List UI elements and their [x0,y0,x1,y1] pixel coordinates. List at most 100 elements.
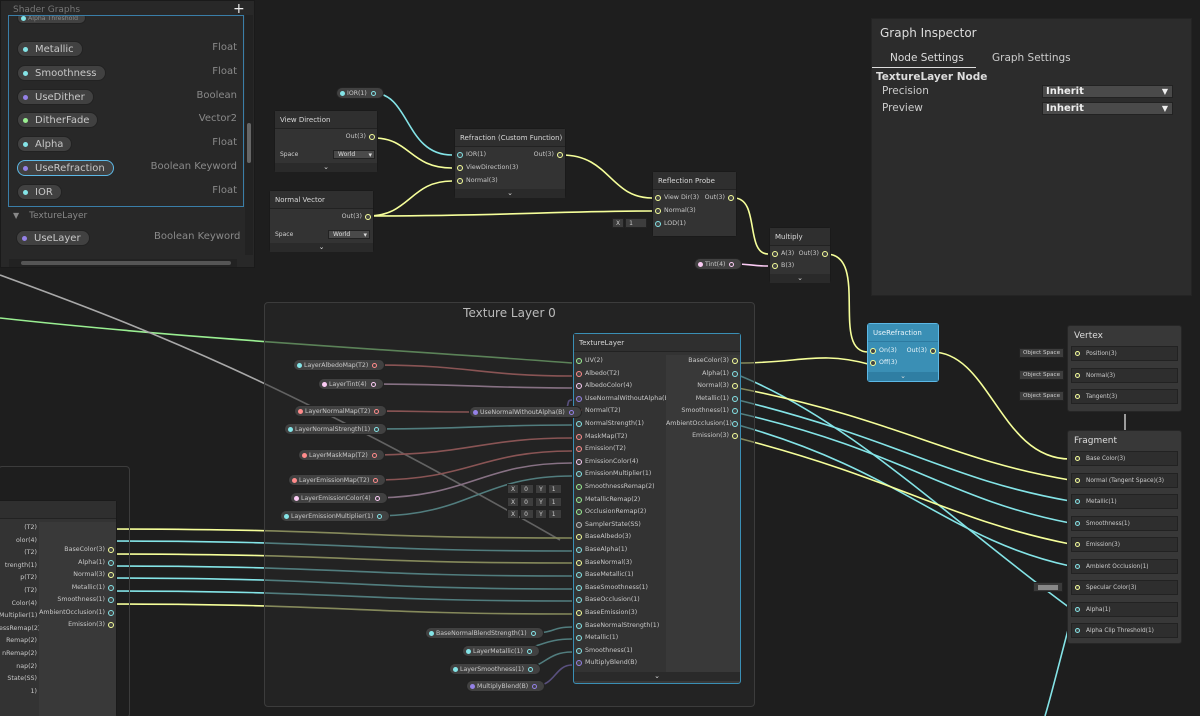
layer-property-node[interactable]: LayerEmissionMultiplier(1) [280,510,391,522]
texture-layer-subgraph-node[interactable]: TextureLayer UV(2) Albedo(T2) AlbedoColor(… [573,333,741,684]
precision-dropdown[interactable]: Inherit ▼ [1042,85,1173,98]
out-port[interactable]: Out(3) [270,211,373,223]
input-port[interactable]: BaseMetallic(1) [574,569,666,581]
output-port[interactable]: BaseColor(3) [666,355,740,367]
specular-color-swatch[interactable] [1033,582,1063,592]
input-port[interactable]: BaseNormalStrength(1) [574,620,666,632]
reflection-probe-node[interactable]: Reflection Probe View Dir(3) Normal(3) L… [652,171,737,237]
input-port-normal[interactable]: Normal(3) [653,205,736,217]
input-port-b[interactable]: B(3) [770,260,830,272]
layer-property-node[interactable]: LayerMetallic(1) [462,645,540,657]
remap-vector-field[interactable]: X0Y1 [507,496,563,507]
input-port[interactable]: BaseAlbedo(3) [574,531,666,543]
input-port[interactable]: SmoothnessRemap(2) [574,481,666,493]
object-space-field[interactable]: Object Space [1019,348,1065,358]
remap-vector-field[interactable]: X0Y1 [507,484,563,494]
output-port[interactable]: Metallic(1) [39,582,116,594]
input-port[interactable]: UV(2) [574,355,666,367]
output-port[interactable]: Emission(3) [666,430,740,442]
input-port[interactable]: BaseAlpha(1) [574,544,666,556]
input-port[interactable]: UseNormalWithoutAlpha(B) [574,393,671,405]
input-port[interactable]: Remap(2) [0,635,39,647]
input-port[interactable]: OcclusionRemap(2) [574,506,666,518]
input-port[interactable]: Emission(T2) [574,443,666,455]
input-port[interactable]: olor(4) [0,535,39,547]
tint-property-node[interactable]: Tint(4) [694,258,743,270]
property-pill[interactable]: Smoothness [17,64,106,81]
input-port[interactable]: (T2) [0,585,39,597]
fragment-port-row[interactable]: Base Color(3) [1071,451,1178,466]
input-port[interactable]: Metallic(1) [574,632,666,644]
property-pill[interactable]: Metallic [17,41,83,57]
out-port[interactable]: Out(3) [795,248,830,260]
layer-property-node[interactable]: LayerNormalStrength(1) [284,423,388,435]
input-port[interactable]: Color(4) [0,598,39,610]
output-port[interactable]: Normal(3) [666,380,740,392]
input-port[interactable]: BaseOcclusion(1) [574,594,666,606]
multiply-node[interactable]: Multiply A(3) B(3) Out(3) ⌄ [769,227,831,283]
input-port[interactable]: Multiplier(1) [0,610,39,622]
property-pill[interactable]: UseRefraction [17,160,114,176]
preview-dropdown[interactable]: Inherit ▼ [1042,102,1173,115]
layer-property-node[interactable]: LayerMaskMap(T2) [298,449,385,461]
fragment-port-row[interactable]: Normal (Tangent Space)(3) [1071,472,1178,488]
input-port[interactable]: Smoothness(1) [574,645,666,657]
property-pill[interactable]: IOR [17,183,62,200]
input-port[interactable]: State(SS) [0,673,39,685]
input-port[interactable]: nap(2) [0,661,39,673]
layer-property-node[interactable]: UseNormalWithoutAlpha(B) [469,406,582,418]
input-port-lod[interactable]: LOD(1) [653,218,736,230]
output-port[interactable]: Metallic(1) [666,393,740,405]
layer-property-node[interactable]: LayerEmissionMap(T2) [288,474,387,486]
space-dropdown[interactable]: World [328,230,370,239]
normal-vector-node[interactable]: Normal Vector Out(3) Space World ⌄ [269,190,374,252]
fragment-port-row[interactable]: Smoothness(1) [1071,515,1178,531]
input-port[interactable]: SamplerState(SS) [574,519,666,531]
input-port[interactable]: essRemap(2) [0,623,39,635]
layer-property-node[interactable]: LayerSmoothness(1) [449,663,542,675]
collapse-chevron[interactable]: ⌄ [455,189,565,198]
input-port[interactable]: MaskMap(T2) [574,431,666,443]
output-port[interactable]: BaseColor(3) [39,544,116,556]
layer-property-node[interactable]: LayerAlbedoMap(T2) [293,359,386,371]
vertex-port-row[interactable]: Normal(3) [1071,367,1178,383]
input-port[interactable]: Albedo(T2) [574,368,666,380]
fragment-port-row[interactable]: Alpha(1) [1071,601,1178,617]
tab-node-settings[interactable]: Node Settings [890,52,964,64]
vertical-scrollbar[interactable] [245,15,253,255]
object-space-field[interactable]: Object Space [1019,391,1065,401]
ior-property-node[interactable]: IOR(1) [336,87,384,99]
layer-property-node[interactable]: LayerEmissionColor(4) [290,492,388,504]
input-port-normal[interactable]: Normal(3) [455,175,565,187]
layer-property-node[interactable]: MultiplyBlend(B) [466,680,546,692]
fragment-master-block[interactable]: Fragment Base Color(3) Normal (Tangent Sp… [1067,430,1182,644]
output-port[interactable]: Normal(3) [39,569,116,581]
property-pill[interactable]: DitherFade [17,112,99,129]
input-port-view-direction[interactable]: ViewDirection(3) [455,162,565,174]
remap-vector-field[interactable]: X0Y1 [507,509,563,519]
output-port[interactable]: AmbientOcclusion(1) [666,418,740,430]
vertex-port-row[interactable]: Position(3) [1071,346,1178,361]
space-dropdown[interactable]: World [333,150,375,159]
fragment-port-row[interactable]: Metallic(1) [1071,494,1178,509]
input-port[interactable]: BaseEmission(3) [574,607,666,619]
input-port[interactable]: NormalStrength(1) [574,418,666,430]
property-pill[interactable]: Alpha [17,136,73,153]
property-pill[interactable]: UseLayer [16,230,90,246]
output-port[interactable]: Emission(3) [39,619,116,631]
fragment-port-row[interactable]: Emission(3) [1071,537,1178,552]
horizontal-scrollbar[interactable] [9,259,237,267]
input-port[interactable]: p(T2) [0,572,39,584]
layer-property-node[interactable]: LayerTint(4) [318,378,384,390]
output-port[interactable]: Smoothness(1) [39,594,116,606]
layer-property-node[interactable]: LayerNormalMap(T2) [294,405,388,417]
lod-value-field[interactable]: X1 [612,218,648,228]
input-port[interactable]: nRemap(2) [0,648,39,660]
property-pill[interactable]: UseDither [17,88,94,105]
vertex-master-block[interactable]: Vertex Position(3) Normal(3) Tangent(3) [1067,325,1182,412]
input-port[interactable]: BaseSmoothness(1) [574,582,666,594]
input-port[interactable]: EmissionColor(4) [574,456,666,468]
collapse-chevron[interactable]: ⌄ [270,243,373,252]
truncated-property-pill[interactable]: Alpha Threshold [17,16,87,24]
input-port[interactable]: 1) [0,686,39,698]
